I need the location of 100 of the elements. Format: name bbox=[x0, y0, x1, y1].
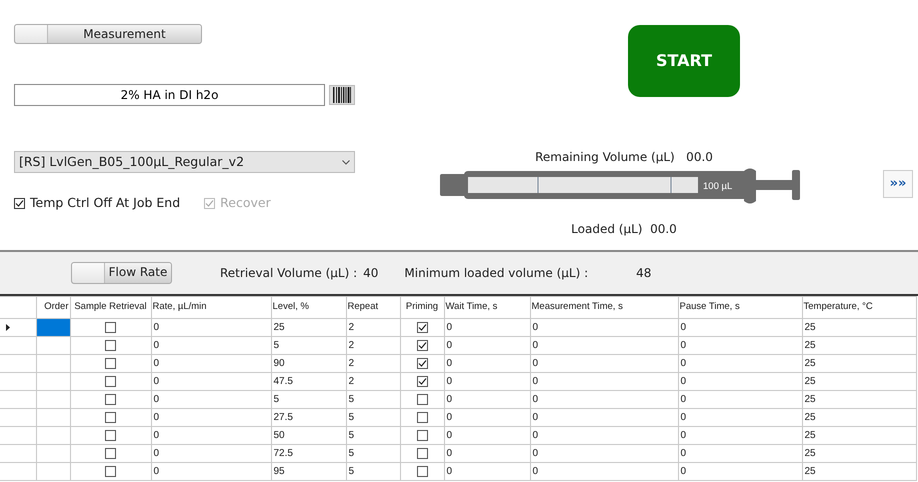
sample-name-field[interactable]: 2% HA in DI h2o bbox=[14, 84, 325, 106]
table-cell: 0 bbox=[530, 372, 678, 390]
table-cell: 0 bbox=[444, 444, 530, 462]
table-cell: 25 bbox=[802, 336, 916, 354]
column-header[interactable]: Repeat bbox=[346, 296, 400, 318]
minimum-loaded-volume-label: Minimum loaded volume (µL) : bbox=[404, 265, 588, 282]
table-cell: 5 bbox=[346, 408, 400, 426]
retrieval-volume-label: Retrieval Volume (µL) : bbox=[220, 265, 358, 282]
table-cell: 0 bbox=[678, 354, 802, 372]
column-header[interactable]: Rate, µL/min bbox=[151, 296, 271, 318]
table-cell: 25 bbox=[802, 390, 916, 408]
minimum-loaded-volume-value: 48 bbox=[636, 265, 652, 282]
table-cell: 25 bbox=[802, 462, 916, 480]
table-cell: 2 bbox=[346, 354, 400, 372]
table-checkbox[interactable] bbox=[416, 376, 428, 387]
checkmark-icon bbox=[205, 198, 214, 208]
table-cell: 90 bbox=[271, 354, 346, 372]
column-header[interactable]: Wait Time, s bbox=[444, 296, 530, 318]
checkmark-icon bbox=[15, 198, 24, 208]
column-header[interactable]: Sample Retrieval bbox=[70, 296, 151, 318]
table-cell: 72.5 bbox=[271, 444, 346, 462]
table-checkbox[interactable] bbox=[105, 466, 116, 477]
table-cell: 0 bbox=[530, 318, 678, 336]
table-cell: 0 bbox=[678, 462, 802, 480]
option-checkbox[interactable]: Temp Ctrl Off At Job End bbox=[14, 194, 180, 213]
table-checkbox[interactable] bbox=[416, 412, 428, 423]
table-cell: 0 bbox=[151, 390, 271, 408]
remaining-volume-label: Remaining Volume (µL) 00.0 bbox=[535, 149, 713, 166]
table-cell: 47.5 bbox=[271, 372, 346, 390]
chevron-down-icon bbox=[342, 160, 350, 164]
barcode-icon bbox=[333, 87, 351, 103]
method-text: [RS] LvlGen_B05_100µL_Regular_v2 bbox=[19, 152, 244, 171]
table-cell: 0 bbox=[444, 354, 530, 372]
table-cell: 5 bbox=[271, 390, 346, 408]
table-cell: 0 bbox=[530, 444, 678, 462]
table-cell: 0 bbox=[151, 336, 271, 354]
table-cell: 25 bbox=[802, 372, 916, 390]
table-cell: 50 bbox=[271, 426, 346, 444]
table-cell: 0 bbox=[444, 462, 530, 480]
column-header[interactable]: Temperature, °C bbox=[802, 296, 916, 318]
table-cell: 5 bbox=[346, 426, 400, 444]
table-cell: 27.5 bbox=[271, 408, 346, 426]
table-cell: 0 bbox=[444, 390, 530, 408]
flow-rate-toggle[interactable]: Flow Rate bbox=[71, 262, 172, 284]
table-cell: 0 bbox=[151, 444, 271, 462]
column-header[interactable]: Priming bbox=[400, 296, 444, 318]
table-cell: 5 bbox=[346, 390, 400, 408]
table-cell: 0 bbox=[151, 354, 271, 372]
mode-toggle[interactable]: Measurement bbox=[14, 24, 202, 44]
loaded-volume-label: Loaded (µL) 00.0 bbox=[571, 221, 677, 238]
retrieval-volume-value: 40 bbox=[363, 265, 378, 282]
table-checkbox[interactable] bbox=[416, 340, 428, 351]
table-cell: 95 bbox=[271, 462, 346, 480]
start-button[interactable]: START bbox=[628, 25, 740, 97]
table-cell: 2 bbox=[346, 336, 400, 354]
table-cell: 0 bbox=[678, 372, 802, 390]
table-checkbox[interactable] bbox=[105, 322, 116, 333]
table-checkbox[interactable] bbox=[416, 322, 428, 333]
table-checkbox[interactable] bbox=[105, 340, 116, 351]
table-cell: 0 bbox=[678, 444, 802, 462]
column-header[interactable]: Measurement Time, s bbox=[530, 296, 678, 318]
table-checkbox[interactable] bbox=[416, 466, 428, 477]
table-cell: 0 bbox=[444, 426, 530, 444]
table-cell: 0 bbox=[678, 318, 802, 336]
table-cell: 25 bbox=[802, 426, 916, 444]
table-cell: 0 bbox=[444, 336, 530, 354]
table-checkbox[interactable] bbox=[105, 412, 116, 423]
method-dropdown[interactable]: [RS] LvlGen_B05_100µL_Regular_v2 bbox=[14, 151, 355, 173]
table-cell: 0 bbox=[678, 390, 802, 408]
table-checkbox[interactable] bbox=[105, 358, 116, 369]
table-checkbox[interactable] bbox=[105, 394, 116, 405]
table-cell: 0 bbox=[678, 426, 802, 444]
table-checkbox[interactable] bbox=[105, 376, 116, 387]
table-checkbox[interactable] bbox=[105, 430, 116, 441]
table-cell: 25 bbox=[802, 408, 916, 426]
column-header[interactable]: Pause Time, s bbox=[678, 296, 802, 318]
table-cell: 0 bbox=[678, 408, 802, 426]
table-cell: 5 bbox=[346, 462, 400, 480]
table-cell: 0 bbox=[530, 336, 678, 354]
table-cell: 0 bbox=[444, 408, 530, 426]
table-cell: 0 bbox=[151, 408, 271, 426]
table-checkbox[interactable] bbox=[416, 430, 428, 441]
table-cell: 0 bbox=[151, 318, 271, 336]
table-cell: 2 bbox=[346, 318, 400, 336]
table-checkbox[interactable] bbox=[416, 394, 428, 405]
table-cell: 25 bbox=[271, 318, 346, 336]
expand-button[interactable]: »» bbox=[883, 170, 913, 198]
table-cell: 5 bbox=[346, 444, 400, 462]
column-header[interactable]: Level, % bbox=[271, 296, 346, 318]
table-cell: 0 bbox=[151, 462, 271, 480]
barcode-button[interactable] bbox=[329, 85, 355, 105]
table-cell: 25 bbox=[802, 444, 916, 462]
table-cell: 0 bbox=[530, 390, 678, 408]
table-checkbox[interactable] bbox=[416, 358, 428, 369]
table-cell: 25 bbox=[802, 318, 916, 336]
table-cell: 2 bbox=[346, 372, 400, 390]
table-cell: 0 bbox=[678, 336, 802, 354]
table-cell: 0 bbox=[151, 426, 271, 444]
table-checkbox[interactable] bbox=[105, 448, 116, 459]
table-checkbox[interactable] bbox=[416, 448, 428, 459]
